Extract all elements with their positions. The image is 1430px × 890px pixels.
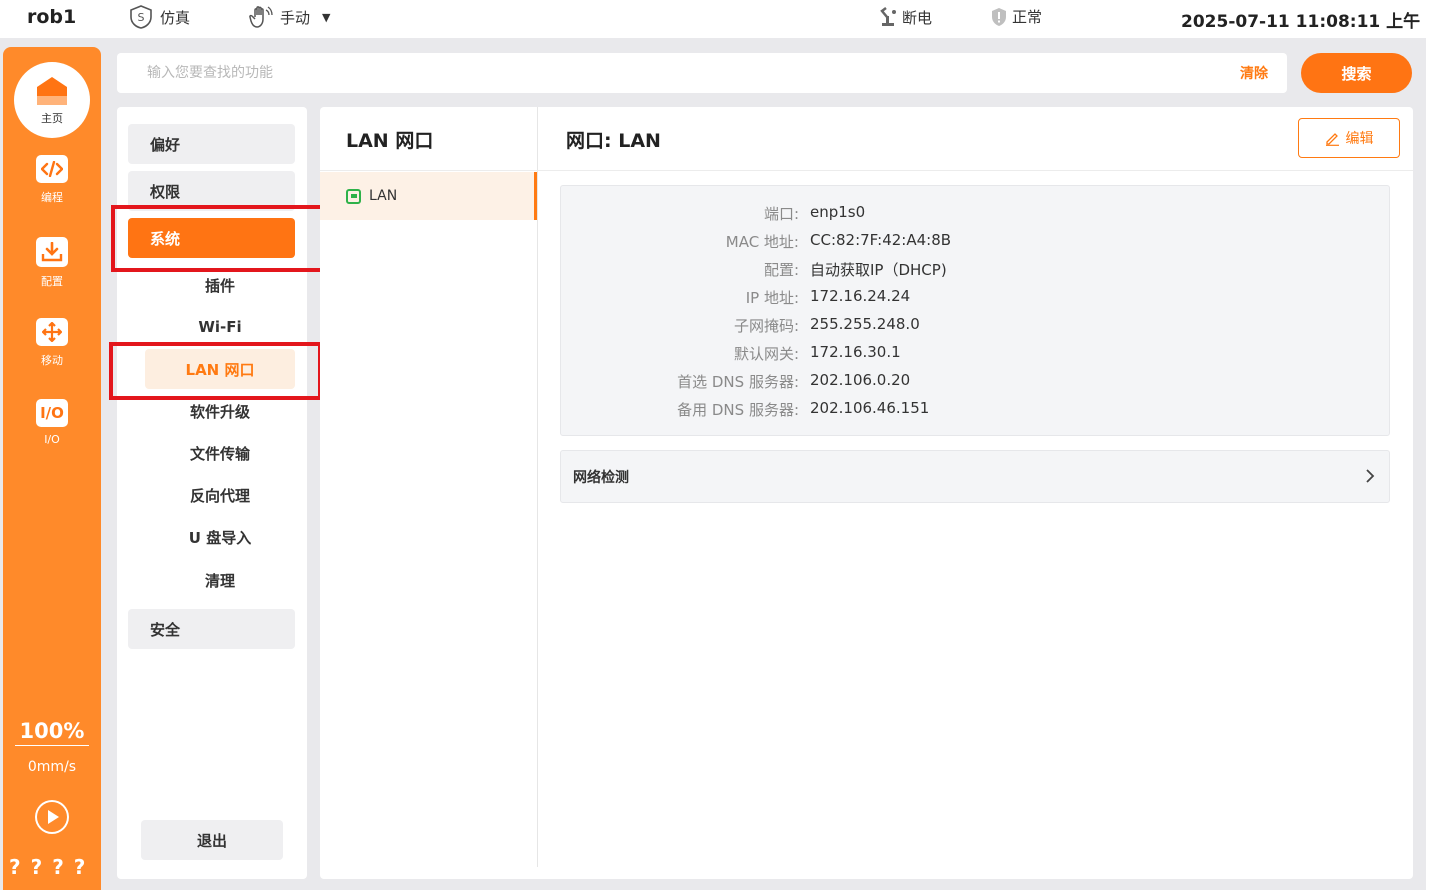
nav-group-security[interactable]: 安全 <box>128 609 295 649</box>
nav-item-wifi[interactable]: Wi-Fi <box>145 307 295 347</box>
speed-percent[interactable]: 100% <box>15 719 89 746</box>
info-value: 172.16.24.24 <box>810 287 911 305</box>
rail-item-io[interactable]: I/O I/O <box>3 399 101 446</box>
home-icon <box>37 77 67 105</box>
hand-icon <box>249 6 273 28</box>
header-divider <box>320 170 1413 171</box>
search-button[interactable]: 搜索 <box>1301 53 1412 93</box>
nav-item-usb-import[interactable]: U 盘导入 <box>145 517 295 557</box>
manual-mode-dropdown[interactable]: 手动 ▼ <box>248 4 330 30</box>
info-row: 子网掩码: 255.255.248.0 <box>561 315 1391 337</box>
play-icon <box>37 802 67 832</box>
edit-label: 编辑 <box>1345 131 1374 147</box>
power-status[interactable]: 断电 <box>877 6 932 28</box>
nav-group-preferences[interactable]: 偏好 <box>128 124 295 164</box>
nav-item-file-transfer[interactable]: 文件传输 <box>145 433 295 473</box>
info-row: 备用 DNS 服务器: 202.106.46.151 <box>561 399 1391 421</box>
info-value: 202.106.46.151 <box>810 399 930 417</box>
speed-mms: 0mm/s <box>27 759 77 775</box>
info-row: MAC 地址: CC:82:7F:42:A4:8B <box>561 231 1391 253</box>
info-value: 255.255.248.0 <box>810 315 920 333</box>
simulation-mode-toggle[interactable]: S 仿真 <box>128 4 190 30</box>
code-icon <box>36 155 68 183</box>
simulation-label: 仿真 <box>160 8 191 27</box>
interface-list-item-lan[interactable]: LAN <box>320 172 537 220</box>
info-key: 默认网关: <box>733 345 799 363</box>
interface-list-item-label: LAN <box>369 188 398 204</box>
info-row: IP 地址: 172.16.24.24 <box>561 287 1391 309</box>
content-panel: LAN 网口 LAN 网口: LAN 编辑 端口: enp1s0 MAC 地址:… <box>320 107 1413 879</box>
info-row: 配置: 自动获取IP（DHCP) <box>561 259 1391 281</box>
search-bar: 清除 <box>117 53 1287 93</box>
interface-list-title: LAN 网口 <box>346 130 434 152</box>
network-info-panel: 端口: enp1s0 MAC 地址: CC:82:7F:42:A4:8B 配置:… <box>560 185 1390 436</box>
info-value: 自动获取IP（DHCP) <box>810 261 947 279</box>
shield-check-icon <box>992 7 1006 26</box>
power-status-label: 断电 <box>902 8 933 27</box>
rail-item-config[interactable]: 配置 <box>3 237 101 289</box>
info-key: 端口: <box>763 205 799 223</box>
logout-button[interactable]: 退出 <box>141 820 283 860</box>
rail-item-move[interactable]: 移动 <box>3 318 101 368</box>
play-button[interactable] <box>35 800 69 834</box>
chevron-right-icon <box>1366 469 1375 483</box>
robot-name[interactable]: rob1 <box>27 6 76 28</box>
info-key: 配置: <box>763 261 799 279</box>
ethernet-port-icon <box>346 188 361 204</box>
safety-status[interactable]: 正常 <box>990 6 1042 27</box>
robot-arm-icon <box>880 7 896 26</box>
top-bar: rob1 S 仿真 手动 ▼ 断电 正常 2025-07-11 11:08:11… <box>0 0 1430 38</box>
info-value: 202.106.0.20 <box>810 371 911 389</box>
manual-label: 手动 <box>280 8 311 27</box>
info-key: 首选 DNS 服务器: <box>677 373 799 391</box>
highlight-box-lan <box>109 342 322 400</box>
info-row: 端口: enp1s0 <box>561 203 1391 225</box>
chevron-down-icon: ▼ <box>322 10 331 24</box>
io-icon: I/O <box>36 399 68 427</box>
left-rail: 主页 编程 配置 移动 I/O I/O 100% 0mm/s ???? <box>3 47 101 890</box>
rail-item-label: 配置 <box>41 275 63 288</box>
detail-title: 网口: LAN <box>566 130 661 152</box>
home-button[interactable]: 主页 <box>14 62 90 138</box>
rail-unknown-text: ???? <box>9 855 96 879</box>
info-key: 子网掩码: <box>733 317 799 335</box>
move-arrows-icon <box>36 318 68 346</box>
nav-item-cleanup[interactable]: 清理 <box>145 560 295 600</box>
nav-item-reverse-proxy[interactable]: 反向代理 <box>145 475 295 515</box>
info-key: 备用 DNS 服务器: <box>677 401 799 419</box>
datetime: 2025-07-11 11:08:11 上午 <box>1181 12 1421 32</box>
rail-item-program[interactable]: 编程 <box>3 155 101 205</box>
svg-text:S: S <box>138 11 145 24</box>
clear-button[interactable]: 清除 <box>1240 63 1268 83</box>
info-row: 首选 DNS 服务器: 202.106.0.20 <box>561 371 1391 393</box>
window-edge <box>1426 38 1430 890</box>
network-check-row[interactable]: 网络检测 <box>560 450 1390 503</box>
rail-item-label: 移动 <box>41 354 63 367</box>
info-key: MAC 地址: <box>725 233 799 251</box>
info-value: enp1s0 <box>810 203 866 221</box>
info-value: 172.16.30.1 <box>810 343 901 361</box>
download-icon <box>36 237 68 267</box>
info-key: IP 地址: <box>745 289 799 307</box>
rail-item-label: 编程 <box>41 191 63 204</box>
home-label: 主页 <box>41 112 63 125</box>
info-row: 默认网关: 172.16.30.1 <box>561 343 1391 365</box>
info-value: CC:82:7F:42:A4:8B <box>810 231 952 249</box>
pencil-icon <box>1325 132 1339 146</box>
highlight-box-system <box>111 205 325 272</box>
safety-status-label: 正常 <box>1012 8 1043 26</box>
edit-button[interactable]: 编辑 <box>1298 118 1400 158</box>
network-check-label: 网络检测 <box>573 469 629 486</box>
search-input[interactable] <box>117 53 1217 93</box>
interface-list: LAN 网口 LAN <box>320 107 538 867</box>
rail-item-label: I/O <box>44 433 60 446</box>
simulation-shield-icon: S <box>130 5 152 29</box>
